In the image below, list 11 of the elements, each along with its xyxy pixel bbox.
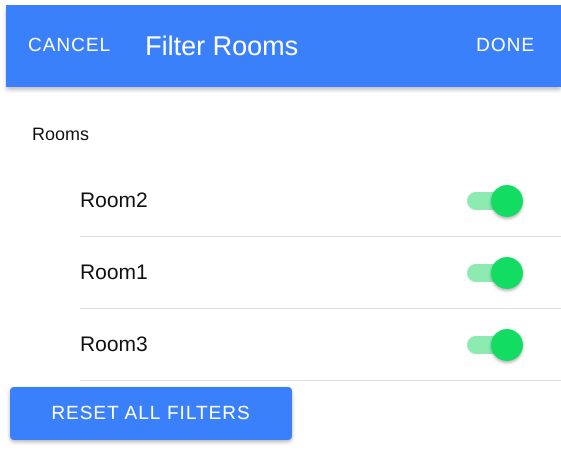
- room-label: Room3: [80, 332, 148, 356]
- toggle-switch[interactable]: [465, 256, 525, 290]
- toggle-switch[interactable]: [465, 184, 525, 218]
- done-button[interactable]: DONE: [466, 29, 545, 63]
- section-label: Rooms: [32, 124, 90, 145]
- toggle-switch[interactable]: [465, 328, 525, 362]
- room-label: Room1: [80, 260, 148, 284]
- cancel-button[interactable]: CANCEL: [18, 29, 122, 63]
- room-label: Room2: [80, 188, 148, 212]
- reset-filters-button[interactable]: RESET ALL FILTERS: [10, 387, 292, 440]
- page-title: Filter Rooms: [145, 30, 298, 62]
